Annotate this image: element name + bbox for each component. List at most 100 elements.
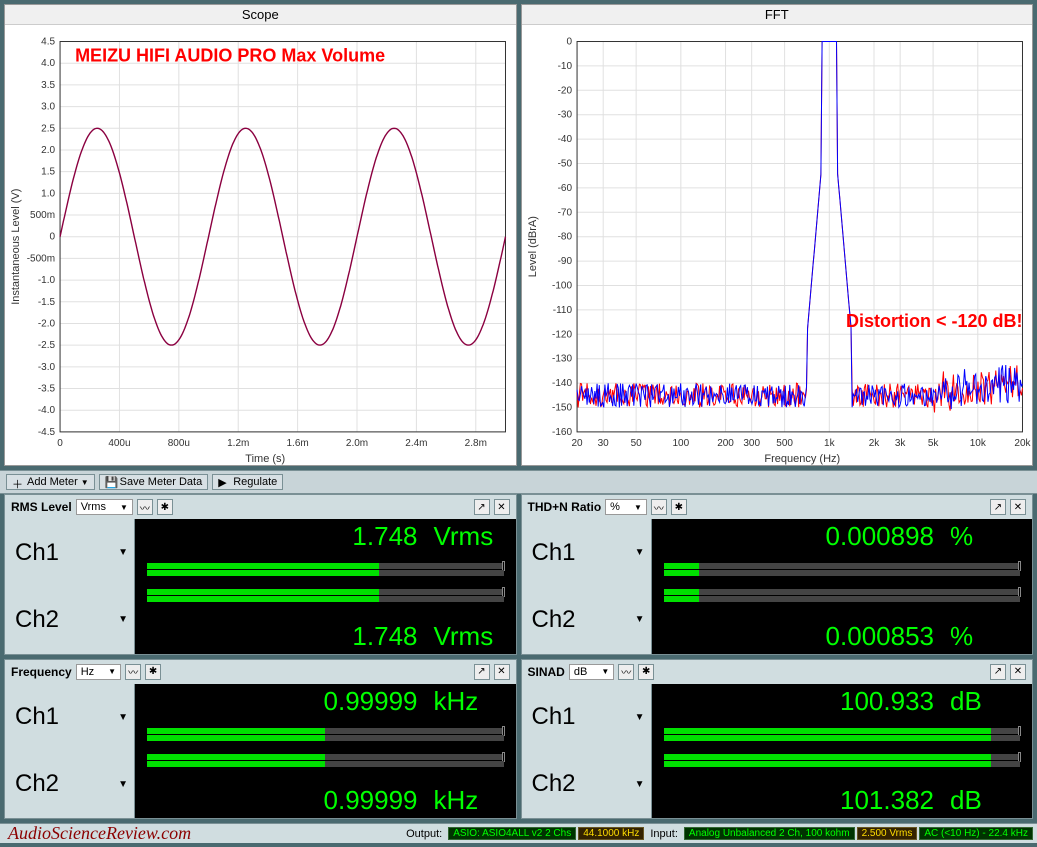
svg-text:-30: -30 — [557, 110, 572, 121]
svg-text:-1.0: -1.0 — [38, 275, 56, 286]
gear-icon[interactable]: ✱ — [145, 664, 161, 680]
popout-icon[interactable]: ↗ — [474, 499, 490, 515]
save-meter-data-button[interactable]: 💾Save Meter Data — [99, 474, 209, 490]
rms-ch2-unit: Vrms — [434, 621, 504, 652]
svg-text:100: 100 — [672, 438, 689, 449]
svg-text:-2.5: -2.5 — [38, 340, 56, 351]
popout-icon[interactable]: ↗ — [990, 664, 1006, 680]
rms-meter: RMS Level Vrms▼〰✱ ↗✕ Ch1▼ 1.748 Vrms Ch2▼ 1.748… — [4, 494, 517, 655]
freq-ch1-label[interactable]: Ch1▼ — [5, 684, 135, 751]
rms-title: RMS Level — [11, 500, 72, 514]
svg-text:-4.0: -4.0 — [38, 405, 56, 416]
svg-text:2.0: 2.0 — [41, 145, 55, 156]
scope-svg: -4.5-4.0-3.5-3.0-2.5-2.0-1.5-1.0-500m050… — [5, 25, 516, 468]
input-vrms: 2.500 Vrms — [857, 827, 918, 840]
svg-text:-160: -160 — [552, 427, 572, 438]
svg-text:-80: -80 — [557, 232, 572, 243]
input-coupling: AC (<10 Hz) - 22.4 kHz — [919, 827, 1033, 840]
svg-text:1.0: 1.0 — [41, 188, 55, 199]
chart-icon[interactable]: 〰 — [618, 664, 634, 680]
rms-ch2-label[interactable]: Ch2▼ — [5, 586, 135, 653]
svg-text:30: 30 — [597, 438, 609, 449]
svg-text:-90: -90 — [557, 256, 572, 267]
scope-xlabel: Time (s) — [245, 453, 285, 465]
freq-ch2-bars — [147, 753, 504, 775]
fft-xlabel: Frequency (Hz) — [764, 453, 840, 465]
sinad-unit-select[interactable]: dB▼ — [569, 664, 614, 680]
thdn-ch1-bars — [664, 562, 1021, 584]
regulate-button[interactable]: ▶Regulate — [212, 474, 283, 490]
chart-icon[interactable]: 〰 — [651, 499, 667, 515]
svg-text:3k: 3k — [894, 438, 906, 449]
close-icon[interactable]: ✕ — [1010, 664, 1026, 680]
thdn-meter: THD+N Ratio%▼〰✱↗✕Ch1▼0.000898%Ch2▼0.0008… — [521, 494, 1034, 655]
sinad-ch1-unit: dB — [950, 686, 1020, 717]
rms-unit-select[interactable]: Vrms▼ — [76, 499, 133, 515]
chart-icon[interactable]: 〰 — [125, 664, 141, 680]
svg-text:20k: 20k — [1014, 438, 1031, 449]
output-label: Output: — [402, 828, 446, 840]
gear-icon[interactable]: ✱ — [671, 499, 687, 515]
svg-text:1.2m: 1.2m — [227, 438, 249, 449]
svg-text:2.5: 2.5 — [41, 123, 55, 134]
svg-text:2k: 2k — [868, 438, 880, 449]
sinad-ch2-label[interactable]: Ch2▼ — [522, 751, 652, 818]
thdn-ch2-bars — [664, 588, 1021, 610]
svg-text:-10: -10 — [557, 61, 572, 72]
play-icon: ▶ — [218, 476, 230, 488]
sinad-ch2-bars — [664, 753, 1021, 775]
svg-text:-1.5: -1.5 — [38, 297, 56, 308]
svg-text:3.0: 3.0 — [41, 102, 55, 113]
popout-icon[interactable]: ↗ — [474, 664, 490, 680]
sinad-ch1-bars — [664, 727, 1021, 749]
svg-text:3.5: 3.5 — [41, 80, 55, 91]
freq-ch1-value: 0.99999 — [324, 686, 418, 717]
freq-ch2-unit: kHz — [434, 785, 504, 816]
rms-ch1-label[interactable]: Ch1▼ — [5, 519, 135, 586]
svg-text:2.8m: 2.8m — [465, 438, 487, 449]
rms-ch1-value: 1.748 — [352, 521, 417, 552]
svg-text:0: 0 — [49, 232, 55, 243]
add-meter-button[interactable]: ＋Add Meter▼ — [6, 474, 95, 490]
fft-title: FFT — [522, 5, 1033, 25]
fft-panel: FFT 0-10-20-30-40-50-60-70-80-90-100-110… — [521, 4, 1034, 466]
chart-icon[interactable]: 〰 — [137, 499, 153, 515]
svg-text:20: 20 — [571, 438, 583, 449]
input-label: Input: — [646, 828, 682, 840]
thdn-ch2-unit: % — [950, 621, 1020, 652]
freq-unit-select[interactable]: Hz▼ — [76, 664, 121, 680]
freq-ch1-bars — [147, 727, 504, 749]
svg-text:-3.5: -3.5 — [38, 384, 56, 395]
thdn-ch1-label[interactable]: Ch1▼ — [522, 519, 652, 586]
sinad-ch2-unit: dB — [950, 785, 1020, 816]
svg-text:200: 200 — [717, 438, 734, 449]
popout-icon[interactable]: ↗ — [990, 499, 1006, 515]
close-icon[interactable]: ✕ — [494, 499, 510, 515]
sinad-ch1-label[interactable]: Ch1▼ — [522, 684, 652, 751]
svg-text:-110: -110 — [552, 305, 572, 316]
svg-text:-20: -20 — [557, 85, 572, 96]
rms-ch1-unit: Vrms — [434, 521, 504, 552]
plus-icon: ＋ — [12, 476, 24, 488]
close-icon[interactable]: ✕ — [494, 664, 510, 680]
fft-svg: 0-10-20-30-40-50-60-70-80-90-100-110-120… — [522, 25, 1033, 468]
svg-text:10k: 10k — [969, 438, 986, 449]
close-icon[interactable]: ✕ — [1010, 499, 1026, 515]
gear-icon[interactable]: ✱ — [157, 499, 173, 515]
freq-ch1-unit: kHz — [434, 686, 504, 717]
sinad-meter: SINADdB▼〰✱↗✕Ch1▼100.933dBCh2▼101.382dB — [521, 659, 1034, 820]
freq-ch2-label[interactable]: Ch2▼ — [5, 751, 135, 818]
svg-text:4.0: 4.0 — [41, 58, 55, 69]
svg-text:800u: 800u — [168, 438, 190, 449]
rms-ch2-value: 1.748 — [352, 621, 417, 652]
svg-text:400u: 400u — [108, 438, 130, 449]
rms-ch1-bars — [147, 562, 504, 584]
scope-chart[interactable]: -4.5-4.0-3.5-3.0-2.5-2.0-1.5-1.0-500m050… — [5, 25, 516, 468]
thdn-unit-select[interactable]: %▼ — [605, 499, 647, 515]
status-bar: AudioScienceReview.com Output: ASIO: ASI… — [0, 823, 1037, 843]
input-device: Analog Unbalanced 2 Ch, 100 kohm — [684, 827, 855, 840]
gear-icon[interactable]: ✱ — [638, 664, 654, 680]
fft-chart[interactable]: 0-10-20-30-40-50-60-70-80-90-100-110-120… — [522, 25, 1033, 468]
thdn-ch2-label[interactable]: Ch2▼ — [522, 586, 652, 653]
freq-title: Frequency — [11, 665, 72, 679]
